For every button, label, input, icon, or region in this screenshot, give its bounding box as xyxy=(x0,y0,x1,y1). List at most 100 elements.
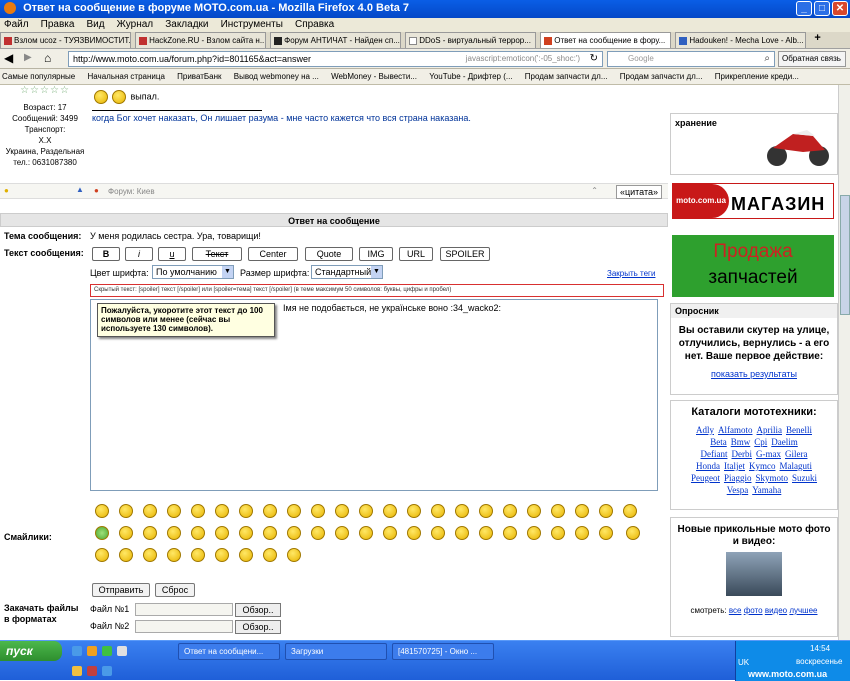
smiley-icon[interactable] xyxy=(335,504,349,518)
brand-link[interactable]: Peugeot xyxy=(691,473,720,483)
smiley-icon[interactable] xyxy=(455,504,469,518)
smiley-icon[interactable] xyxy=(527,504,541,518)
brand-link[interactable]: Suzuki xyxy=(792,473,817,483)
maximize-button[interactable]: □ xyxy=(814,1,830,16)
brand-link[interactable]: Piaggio xyxy=(724,473,752,483)
spoiler-button[interactable]: SPOILER xyxy=(440,247,490,261)
minimize-button[interactable]: _ xyxy=(796,1,812,16)
quicklaunch-icon[interactable] xyxy=(72,646,82,656)
img-button[interactable]: IMG xyxy=(359,247,393,261)
smiley-icon[interactable] xyxy=(287,504,301,518)
smiley-icon[interactable] xyxy=(263,526,277,540)
up-icon[interactable]: ⌃ xyxy=(591,186,598,195)
smiley-icon[interactable] xyxy=(503,504,517,518)
smiley-icon[interactable] xyxy=(239,548,253,562)
quote-button[interactable]: «цитата» xyxy=(615,185,662,199)
file1-browse-button[interactable]: Обзор.. xyxy=(235,603,281,617)
bookmark-youtube[interactable]: YouTube - Дрифтер (... xyxy=(429,72,512,81)
brand-link[interactable]: Derbi xyxy=(732,449,753,459)
close-button[interactable]: ✕ xyxy=(832,1,848,16)
brand-link[interactable]: Benelli xyxy=(786,425,812,435)
parts-sale-banner[interactable]: Продажа запчастей xyxy=(672,235,834,297)
brand-link[interactable]: Vespa xyxy=(727,485,749,495)
bookmark-webmoney2[interactable]: WebMoney - Вывести... xyxy=(331,72,417,81)
smiley-icon[interactable] xyxy=(167,526,181,540)
watch-photo-link[interactable]: фото xyxy=(744,606,763,615)
smiley-icon[interactable] xyxy=(215,548,229,562)
bookmark-privatbank[interactable]: ПриватБанк xyxy=(177,72,221,81)
font-color-select[interactable]: По умолчанию ▼ xyxy=(152,265,234,279)
smiley-icon[interactable] xyxy=(599,526,613,540)
bold-button[interactable]: B xyxy=(92,247,120,261)
smiley-icon[interactable] xyxy=(287,526,301,540)
reload-icon[interactable]: ↻ xyxy=(590,53,598,64)
watch-all-link[interactable]: все xyxy=(729,606,742,615)
tab-hadouken[interactable]: Hadouken! - Mecha Love - Alb... xyxy=(675,32,807,48)
font-size-select[interactable]: Стандартный ▼ xyxy=(311,265,383,279)
brand-link[interactable]: Alfamoto xyxy=(718,425,753,435)
smiley-icon[interactable] xyxy=(167,504,181,518)
submit-button[interactable]: Отправить xyxy=(92,583,150,597)
center-button[interactable]: Center xyxy=(248,247,298,261)
forward-icon[interactable]: ▶ xyxy=(24,52,32,63)
watch-video-link[interactable]: видео xyxy=(765,606,787,615)
url-button[interactable]: URL xyxy=(399,247,433,261)
bookmark-credit[interactable]: Прикрепление креди... xyxy=(715,72,799,81)
menu-help[interactable]: Справка xyxy=(295,19,334,30)
tab-ucoz[interactable]: Взлом ucoz - ТУЯЗВИМОСТИТ... xyxy=(0,32,131,48)
menu-view[interactable]: Вид xyxy=(87,19,105,30)
url-input[interactable]: http://www.moto.com.ua/forum.php?id=8011… xyxy=(68,51,603,67)
smiley-icon[interactable] xyxy=(407,526,421,540)
smiley-icon[interactable] xyxy=(359,504,373,518)
smiley-icon[interactable] xyxy=(191,526,205,540)
brand-link[interactable]: Gilera xyxy=(785,449,808,459)
smiley-icon[interactable] xyxy=(143,548,157,562)
bookmark-parts2[interactable]: Продам запчасти дл... xyxy=(620,72,703,81)
task-icq[interactable]: [481570725] - Окно ... xyxy=(392,643,494,660)
tab-antichat[interactable]: Форум АНТИЧАТ - Найден сп... xyxy=(270,32,402,48)
smiley-icon[interactable] xyxy=(455,526,469,540)
search-input[interactable]: Google ⌕ xyxy=(607,51,775,67)
back-icon[interactable]: ◀ xyxy=(4,51,13,65)
smiley-icon[interactable] xyxy=(431,526,445,540)
smiley-icon[interactable] xyxy=(119,504,133,518)
smiley-icon[interactable] xyxy=(95,548,109,562)
brand-link[interactable]: Bmw xyxy=(731,437,751,447)
smiley-icon[interactable] xyxy=(527,526,541,540)
smiley-icon[interactable] xyxy=(167,548,181,562)
quicklaunch-icon[interactable] xyxy=(102,666,112,676)
smiley-icon[interactable] xyxy=(143,526,157,540)
smiley-icon[interactable] xyxy=(95,526,109,540)
watch-best-link[interactable]: лучшее xyxy=(789,606,817,615)
smiley-icon[interactable] xyxy=(479,526,493,540)
profile-icon[interactable]: ▲ xyxy=(76,185,84,194)
smiley-icon[interactable] xyxy=(383,504,397,518)
smiley-icon[interactable] xyxy=(215,526,229,540)
task-firefox[interactable]: Ответ на сообщени... xyxy=(178,643,280,660)
file2-browse-button[interactable]: Обзор.. xyxy=(235,620,281,634)
home-icon[interactable]: ⌂ xyxy=(44,51,51,65)
brand-link[interactable]: Defiant xyxy=(701,449,728,459)
tab-moto-reply[interactable]: Ответ на сообщение в фору... xyxy=(540,32,672,48)
close-tags-link[interactable]: Закрыть теги xyxy=(607,269,655,278)
bookmark-webmoney1[interactable]: Вывод webmoney на ... xyxy=(234,72,319,81)
bookmark-popular[interactable]: Самые популярные xyxy=(2,72,75,81)
vertical-scrollbar[interactable] xyxy=(838,85,850,640)
smiley-icon[interactable] xyxy=(551,526,565,540)
smiley-icon[interactable] xyxy=(335,526,349,540)
smiley-icon[interactable] xyxy=(191,504,205,518)
smiley-icon[interactable] xyxy=(263,504,277,518)
brand-link[interactable]: Cpi xyxy=(754,437,767,447)
poll-results-link[interactable]: показать результаты xyxy=(671,369,837,379)
brand-link[interactable]: Daelim xyxy=(771,437,798,447)
brand-link[interactable]: Kymco xyxy=(749,461,776,471)
search-icon[interactable]: ⌕ xyxy=(764,53,770,64)
smiley-icon[interactable] xyxy=(311,504,325,518)
menu-history[interactable]: Журнал xyxy=(117,19,154,30)
smiley-icon[interactable] xyxy=(287,548,301,562)
brand-link[interactable]: Adly xyxy=(696,425,714,435)
bookmark-parts1[interactable]: Продам запчасти дл... xyxy=(525,72,608,81)
quicklaunch-icon[interactable] xyxy=(117,646,127,656)
brand-link[interactable]: Honda xyxy=(696,461,720,471)
file1-input[interactable] xyxy=(135,603,233,616)
